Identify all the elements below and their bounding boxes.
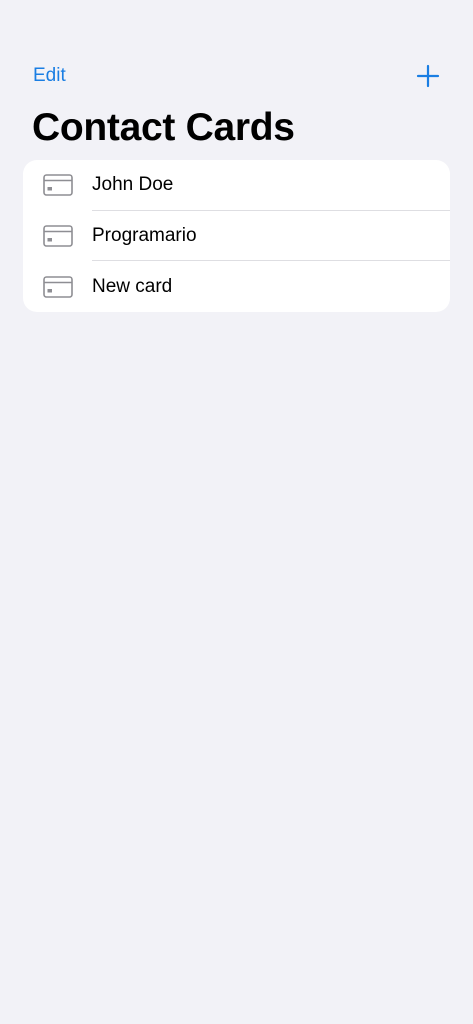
contact-card-list: John Doe Programario New card	[23, 160, 450, 312]
navigation-bar: Edit	[0, 56, 473, 96]
card-icon	[43, 174, 73, 197]
page-title: Contact Cards	[32, 106, 295, 149]
list-item-label: John Doe	[92, 174, 174, 196]
add-card-button[interactable]	[412, 60, 444, 92]
list-item-label: Programario	[92, 224, 197, 246]
card-icon	[43, 225, 73, 247]
edit-button[interactable]: Edit	[33, 64, 66, 88]
list-item-label: New card	[92, 275, 173, 297]
list-item-john-doe[interactable]: John Doe	[23, 160, 450, 211]
list-item-programario[interactable]: Programario	[23, 211, 450, 262]
card-icon	[43, 275, 73, 298]
plus-icon	[416, 64, 440, 88]
list-item-new-card[interactable]: New card	[23, 261, 450, 312]
